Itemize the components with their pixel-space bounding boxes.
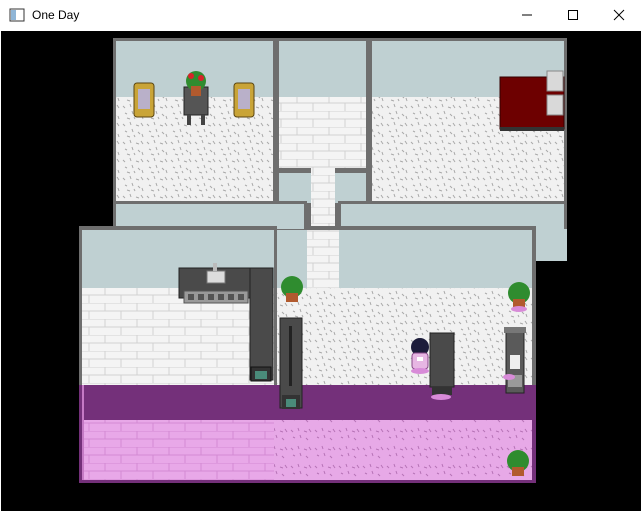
maximize-icon	[568, 10, 578, 20]
armchair[interactable]	[233, 82, 255, 118]
minimize-icon	[522, 14, 532, 16]
player-character[interactable]	[411, 338, 429, 374]
bed[interactable]	[499, 70, 565, 131]
minimize-button[interactable]	[504, 0, 550, 30]
maximize-button[interactable]	[550, 0, 596, 30]
window-controls	[504, 0, 642, 30]
pink-floor	[79, 385, 536, 483]
game-viewport[interactable]	[1, 31, 641, 511]
window-title: One Day	[32, 8, 80, 22]
game-scene	[79, 38, 567, 483]
app-icon	[9, 8, 25, 22]
game-window: One Day	[0, 0, 642, 512]
cabinet[interactable]	[503, 327, 526, 394]
close-button[interactable]	[596, 0, 642, 30]
fridge-bench[interactable]	[279, 317, 303, 409]
top-middle-hall	[276, 38, 369, 170]
top-left-room	[113, 38, 276, 203]
close-icon	[613, 9, 625, 21]
coffee-table[interactable]	[429, 332, 455, 400]
title-bar[interactable]: One Day	[0, 0, 642, 30]
armchair[interactable]	[133, 82, 155, 118]
